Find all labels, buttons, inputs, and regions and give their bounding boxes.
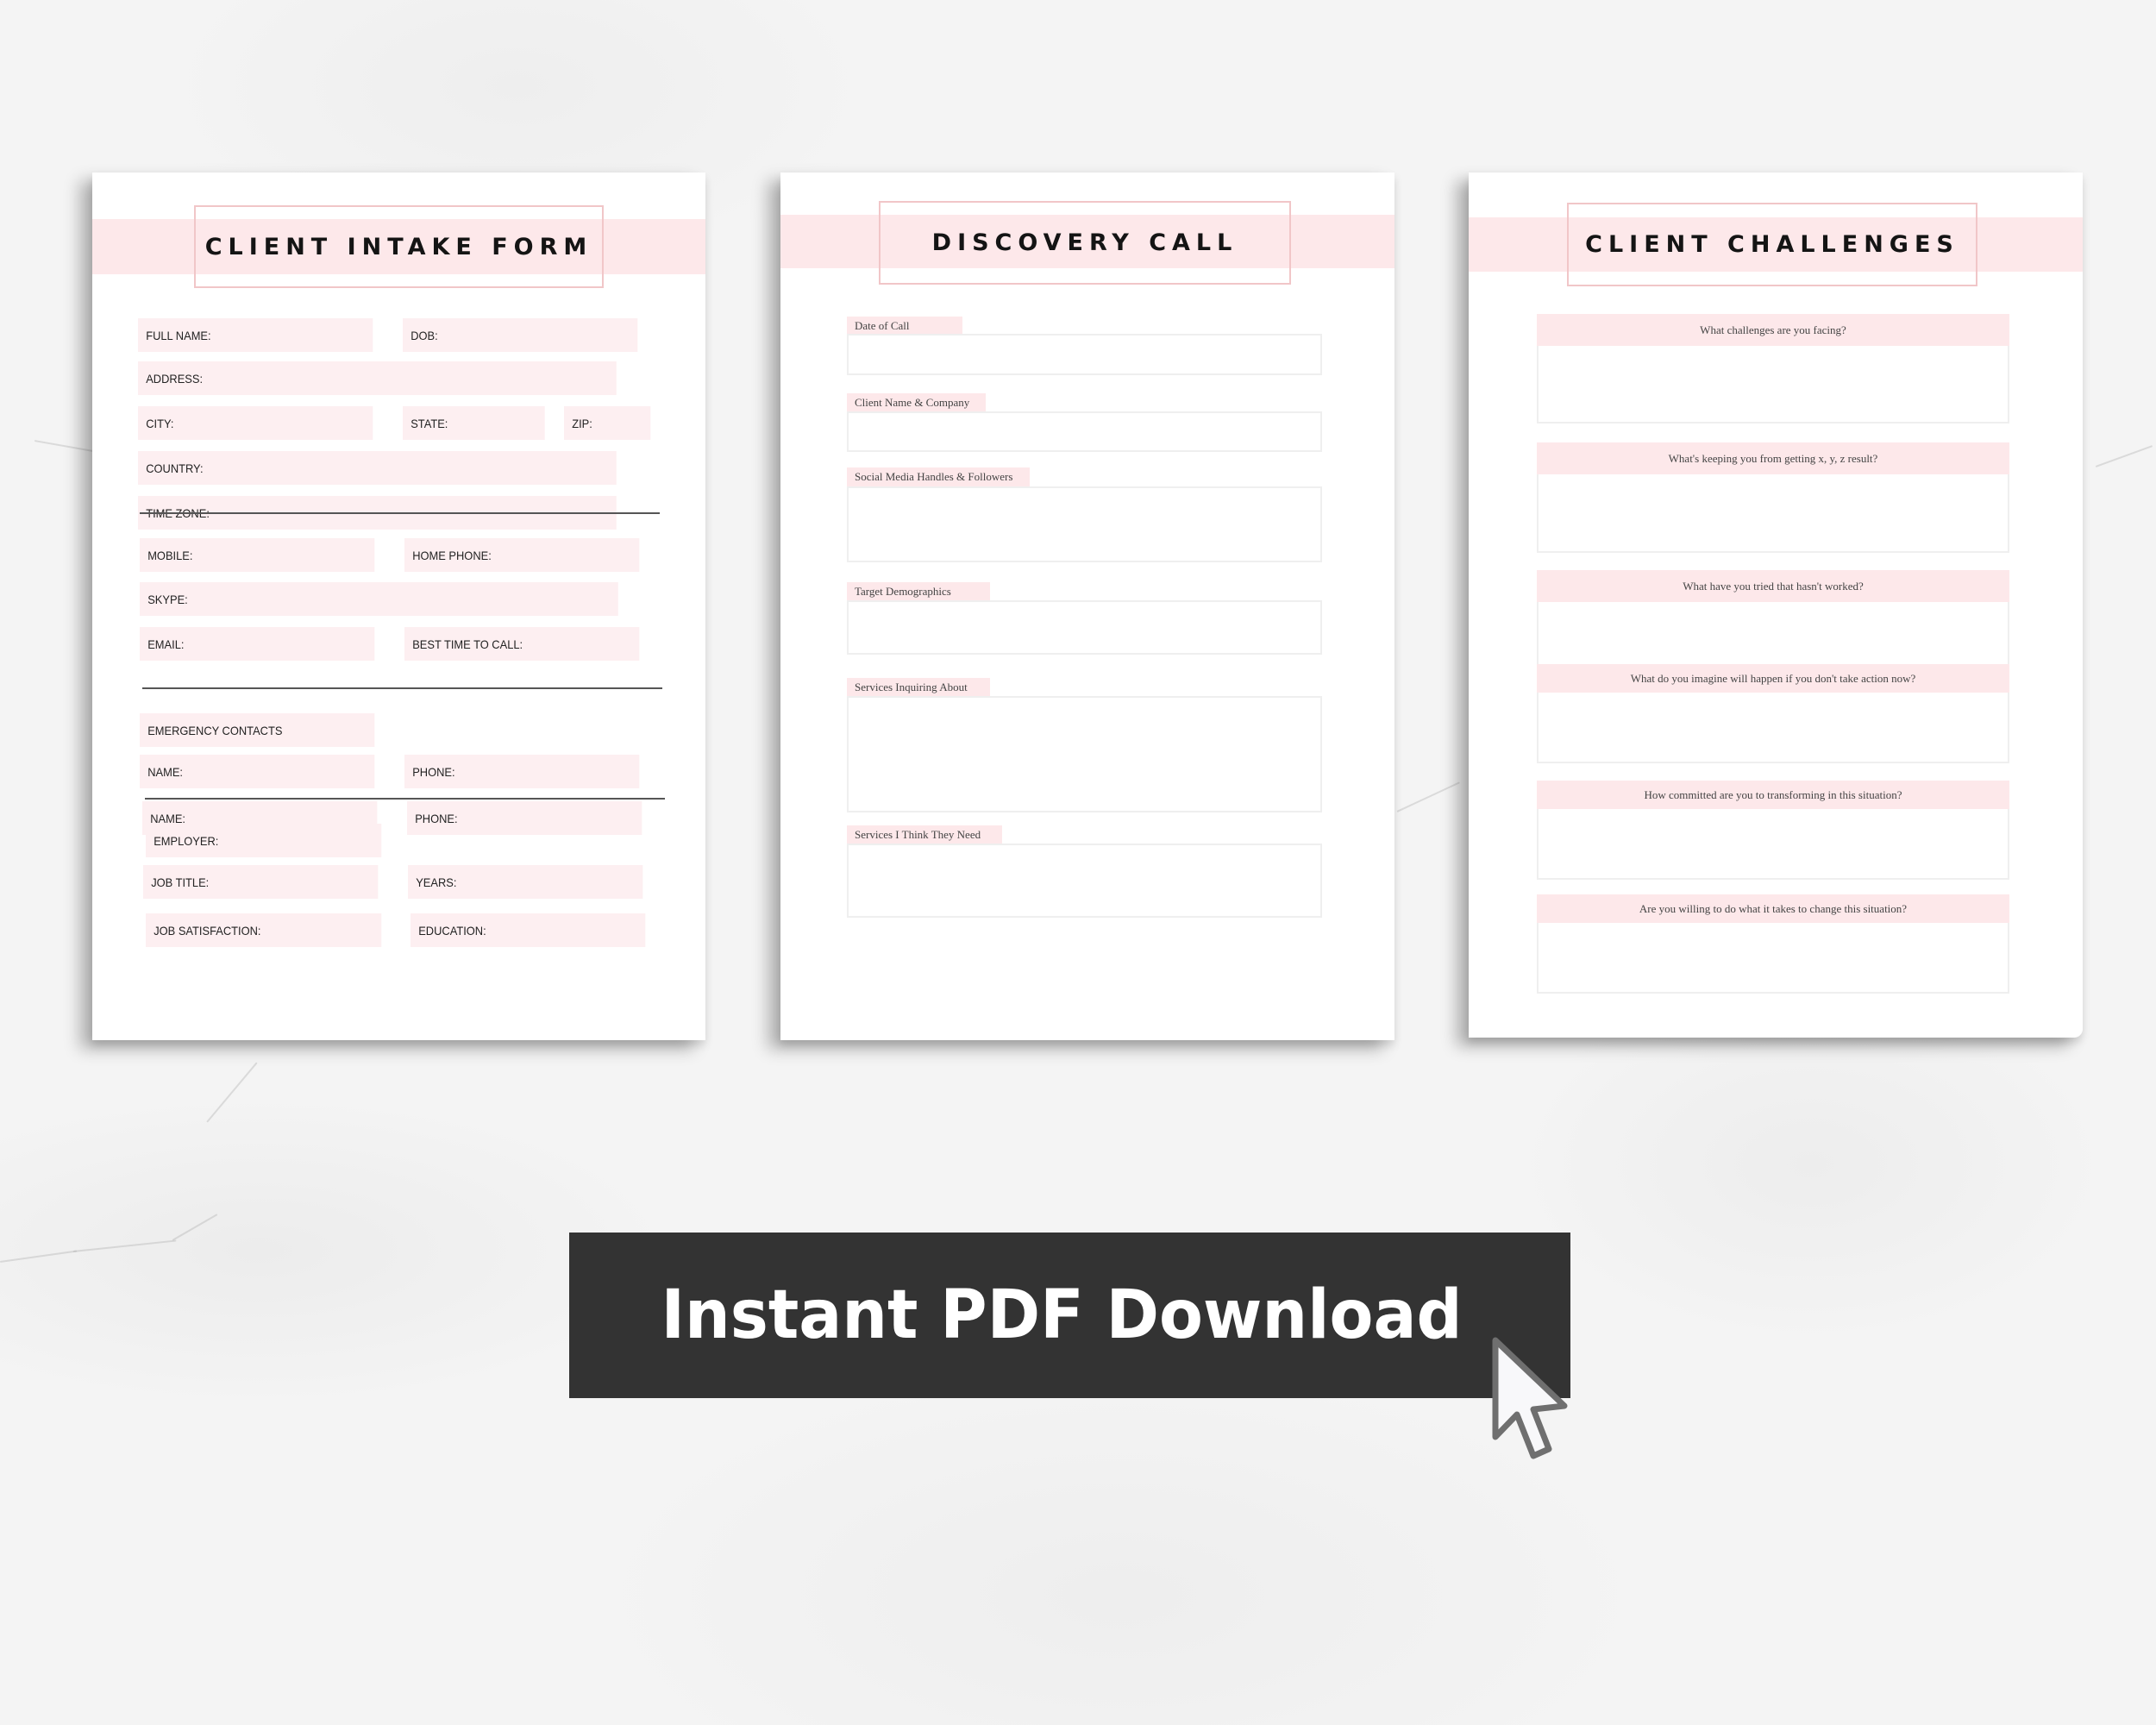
field-label: STATE: <box>411 416 448 430</box>
input-services-inquiring[interactable] <box>847 696 1322 812</box>
input-target-demographics[interactable] <box>847 600 1322 655</box>
field-label: PHONE: <box>412 764 455 779</box>
input-client-name-company[interactable] <box>847 411 1322 452</box>
field-full-name[interactable]: FULL NAME: <box>138 318 373 352</box>
field-years[interactable]: YEARS: <box>408 865 643 899</box>
section-label: Date of Call <box>847 317 962 335</box>
title-frame: CLIENT CHALLENGES <box>1567 203 1977 286</box>
question-label: How committed are you to transforming in… <box>1537 781 2009 809</box>
page-client-intake-form: CLIENT INTAKE FORM FULL NAME: DOB: ADDRE… <box>92 172 705 1040</box>
section-label: Client Name & Company <box>847 393 986 411</box>
field-employer[interactable]: EMPLOYER: <box>146 824 382 857</box>
field-email[interactable]: EMAIL: <box>140 627 375 661</box>
question-label: What have you tried that hasn't worked? <box>1537 570 2009 602</box>
question-label: What do you imagine will happen if you d… <box>1537 664 2009 693</box>
title-frame: DISCOVERY CALL <box>879 201 1291 285</box>
field-dob[interactable]: DOB: <box>403 318 638 352</box>
question-box[interactable]: What do you imagine will happen if you d… <box>1537 664 2009 763</box>
field-mobile[interactable]: MOBILE: <box>140 538 375 572</box>
marble-vein <box>172 1214 218 1241</box>
field-state[interactable]: STATE: <box>403 406 545 440</box>
field-job-satisfaction[interactable]: JOB SATISFACTION: <box>146 913 382 947</box>
field-address[interactable]: ADDRESS: <box>138 361 617 395</box>
marble-vein <box>206 1062 258 1123</box>
field-emergency-phone-1[interactable]: PHONE: <box>404 755 640 788</box>
question-box[interactable]: What's keeping you from getting x, y, z … <box>1537 442 2009 553</box>
divider <box>142 687 662 689</box>
field-education[interactable]: EDUCATION: <box>411 913 646 947</box>
page-discovery-call: DISCOVERY CALL Date of Call Client Name … <box>780 172 1395 1040</box>
mouse-pointer-icon <box>1492 1337 1568 1459</box>
download-button-label: Instant PDF Download <box>660 1276 1463 1354</box>
page-title: CLIENT INTAKE FORM <box>204 233 593 260</box>
question-label: What challenges are you facing? <box>1537 314 2009 346</box>
title-frame: CLIENT INTAKE FORM <box>194 205 604 288</box>
section-label: Services I Think They Need <box>847 825 1002 844</box>
question-box[interactable]: How committed are you to transforming in… <box>1537 781 2009 880</box>
field-label: MOBILE: <box>147 548 193 562</box>
instant-pdf-download-button[interactable]: Instant PDF Download <box>569 1233 1570 1398</box>
field-emergency-contacts: EMERGENCY CONTACTS <box>140 713 375 747</box>
section-label: Services Inquiring About <box>847 678 990 697</box>
page-client-challenges: CLIENT CHALLENGES What challenges are yo… <box>1469 172 2083 1038</box>
field-label: HOME PHONE: <box>412 548 492 562</box>
field-best-time-to-call[interactable]: BEST TIME TO CALL: <box>404 627 640 661</box>
field-label: PHONE: <box>415 811 458 825</box>
field-label: ADDRESS: <box>146 371 204 386</box>
field-label: BEST TIME TO CALL: <box>412 637 523 651</box>
field-label: YEARS: <box>416 875 457 889</box>
section-label: Target Demographics <box>847 582 990 601</box>
marble-vein <box>34 440 95 453</box>
field-label: NAME: <box>147 764 183 779</box>
question-label: Are you willing to do what it takes to c… <box>1537 894 2009 923</box>
field-label: FULL NAME: <box>146 328 211 342</box>
input-services-they-need[interactable] <box>847 844 1322 918</box>
field-label: COUNTRY: <box>146 461 204 475</box>
field-label: SKYPE: <box>147 592 188 606</box>
divider <box>145 798 665 800</box>
marble-vein <box>0 1250 78 1263</box>
field-label: ZIP: <box>572 416 592 430</box>
field-home-phone[interactable]: HOME PHONE: <box>404 538 640 572</box>
field-label: EMPLOYER: <box>154 833 219 848</box>
input-date-of-call[interactable] <box>847 334 1322 375</box>
marble-vein <box>2095 445 2153 467</box>
page-title: DISCOVERY CALL <box>931 229 1238 256</box>
field-zip[interactable]: ZIP: <box>564 406 651 440</box>
field-emergency-name-1[interactable]: NAME: <box>140 755 375 788</box>
field-emergency-phone-2[interactable]: PHONE: <box>407 801 642 835</box>
question-box[interactable]: What challenges are you facing? <box>1537 314 2009 423</box>
marble-vein <box>72 1239 177 1252</box>
marble-vein <box>1396 781 1460 812</box>
field-skype[interactable]: SKYPE: <box>140 582 618 616</box>
input-social-media[interactable] <box>847 486 1322 562</box>
field-label: EDUCATION: <box>418 923 486 938</box>
field-city[interactable]: CITY: <box>138 406 373 440</box>
field-label: JOB SATISFACTION: <box>154 923 261 938</box>
field-label: CITY: <box>146 416 174 430</box>
section-label: Social Media Handles & Followers <box>847 467 1030 486</box>
question-label: What's keeping you from getting x, y, z … <box>1537 442 2009 474</box>
field-label: DOB: <box>411 328 438 342</box>
field-job-title[interactable]: JOB TITLE: <box>143 865 379 899</box>
field-label: EMERGENCY CONTACTS <box>147 723 283 737</box>
page-title: CLIENT CHALLENGES <box>1585 231 1959 258</box>
question-box[interactable]: Are you willing to do what it takes to c… <box>1537 894 2009 994</box>
field-label: JOB TITLE: <box>151 875 210 889</box>
divider <box>140 512 660 514</box>
field-country[interactable]: COUNTRY: <box>138 451 617 485</box>
field-label: EMAIL: <box>147 637 185 651</box>
